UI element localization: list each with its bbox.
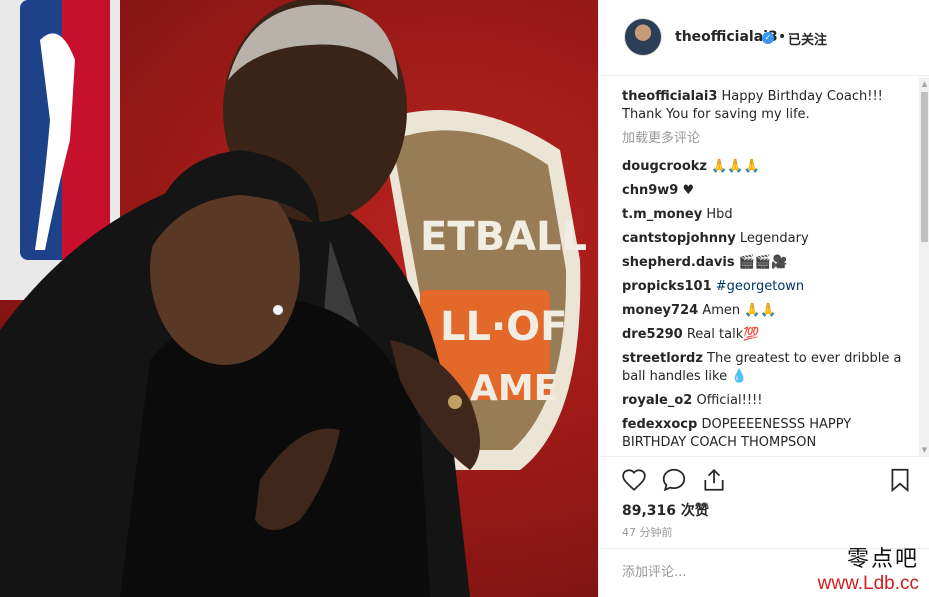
coach-ring (448, 395, 462, 409)
scroll-up-arrow-icon[interactable]: ▲ (919, 78, 929, 90)
comment-text: ♥ (682, 183, 695, 198)
comment-item: propicks101 #georgetown (622, 278, 918, 296)
comments-scrollbar[interactable]: ▲ ▼ (919, 78, 929, 456)
comment-item: t.m_money Hbd (622, 206, 918, 224)
caption: theofficialai3 Happy Birthday Coach!!! T… (622, 88, 918, 124)
comment-item: money724 Amen 🙏🙏 (622, 302, 918, 320)
comment-item: cantstopjohnny Legendary (622, 230, 918, 248)
hof-sign-text-1: ETBALL (420, 214, 587, 260)
load-more-comments-link[interactable]: 加载更多评论 (622, 130, 918, 148)
player-earring (273, 305, 283, 315)
comment-text: Amen 🙏🙏 (702, 303, 777, 318)
verified-badge-icon: ✓ (762, 32, 774, 44)
post-side-panel: theofficialai3 ✓ • 已关注 theofficialai3 Ha… (598, 0, 929, 597)
comment-text: Hbd (706, 207, 733, 222)
comment-username[interactable]: streetlordz (622, 351, 703, 366)
comment-item: dougcrookz 🙏🙏🙏 (622, 158, 918, 176)
add-comment-input[interactable] (622, 565, 822, 580)
comment-text: 🙏🙏🙏 (711, 159, 760, 174)
caption-username[interactable]: theofficialai3 (622, 89, 717, 104)
comment-item: dre5290 Real talk💯 (622, 326, 918, 344)
share-upload-icon[interactable] (701, 467, 727, 493)
comment-username[interactable]: dougcrookz (622, 159, 707, 174)
post-actions: 89,316 次赞 47 分钟前 (599, 456, 929, 548)
scroll-thumb[interactable] (921, 92, 928, 242)
watermark-url: www.Ldb.cc (817, 573, 919, 594)
site-watermark: 零点吧 www.Ldb.cc (818, 547, 919, 595)
like-heart-icon[interactable] (621, 467, 647, 493)
likes-count[interactable]: 89,316 次赞 (622, 500, 709, 520)
comment-username[interactable]: shepherd.davis (622, 255, 735, 270)
post-timestamp[interactable]: 47 分钟前 (622, 524, 673, 540)
comment-text: 🎬🎬🎥 (738, 255, 788, 270)
avatar[interactable] (624, 18, 662, 56)
comment-username[interactable]: royale_o2 (622, 393, 692, 408)
watermark-logo-text: 零点吧 (846, 547, 919, 572)
comment-text: Legendary (739, 231, 809, 246)
comment-item: streetlordz The greatest to ever dribble… (622, 350, 918, 386)
comment-text: Official!!!! (696, 393, 763, 408)
post-photo[interactable]: ETBALL LL·OF AME (0, 0, 598, 597)
scroll-down-arrow-icon[interactable]: ▼ (919, 444, 929, 456)
comment-username[interactable]: chn9w9 (622, 183, 678, 198)
post-header: theofficialai3 ✓ • 已关注 (599, 0, 929, 76)
comment-item: chn9w9 ♥ (622, 182, 918, 200)
hashtag-link[interactable]: #georgetown (716, 279, 804, 294)
comment-username[interactable]: propicks101 (622, 279, 712, 294)
photo-illustration: ETBALL LL·OF AME (0, 0, 587, 597)
comment-username[interactable]: cantstopjohnny (622, 231, 736, 246)
comment-text: Real talk💯 (686, 327, 760, 342)
comment-username[interactable]: t.m_money (622, 207, 702, 222)
comment-item: royale_o2 Official!!!! (622, 392, 918, 410)
comment-username[interactable]: money724 (622, 303, 698, 318)
comment-item: fedexxocp DOPEEEENESSS HAPPY BIRTHDAY CO… (622, 416, 918, 452)
hof-sign-text-2: LL·OF (440, 304, 568, 350)
comment-item: shepherd.davis 🎬🎬🎥 (622, 254, 918, 272)
comment-bubble-icon[interactable] (661, 467, 687, 493)
hof-sign-text-3: AME (470, 368, 558, 409)
comments-list[interactable]: theofficialai3 Happy Birthday Coach!!! T… (622, 88, 918, 456)
save-bookmark-icon[interactable] (887, 467, 913, 493)
following-button[interactable]: 已关注 (788, 29, 827, 48)
separator-dot: • (778, 29, 787, 45)
comment-username[interactable]: fedexxocp (622, 417, 697, 432)
comment-username[interactable]: dre5290 (622, 327, 683, 342)
